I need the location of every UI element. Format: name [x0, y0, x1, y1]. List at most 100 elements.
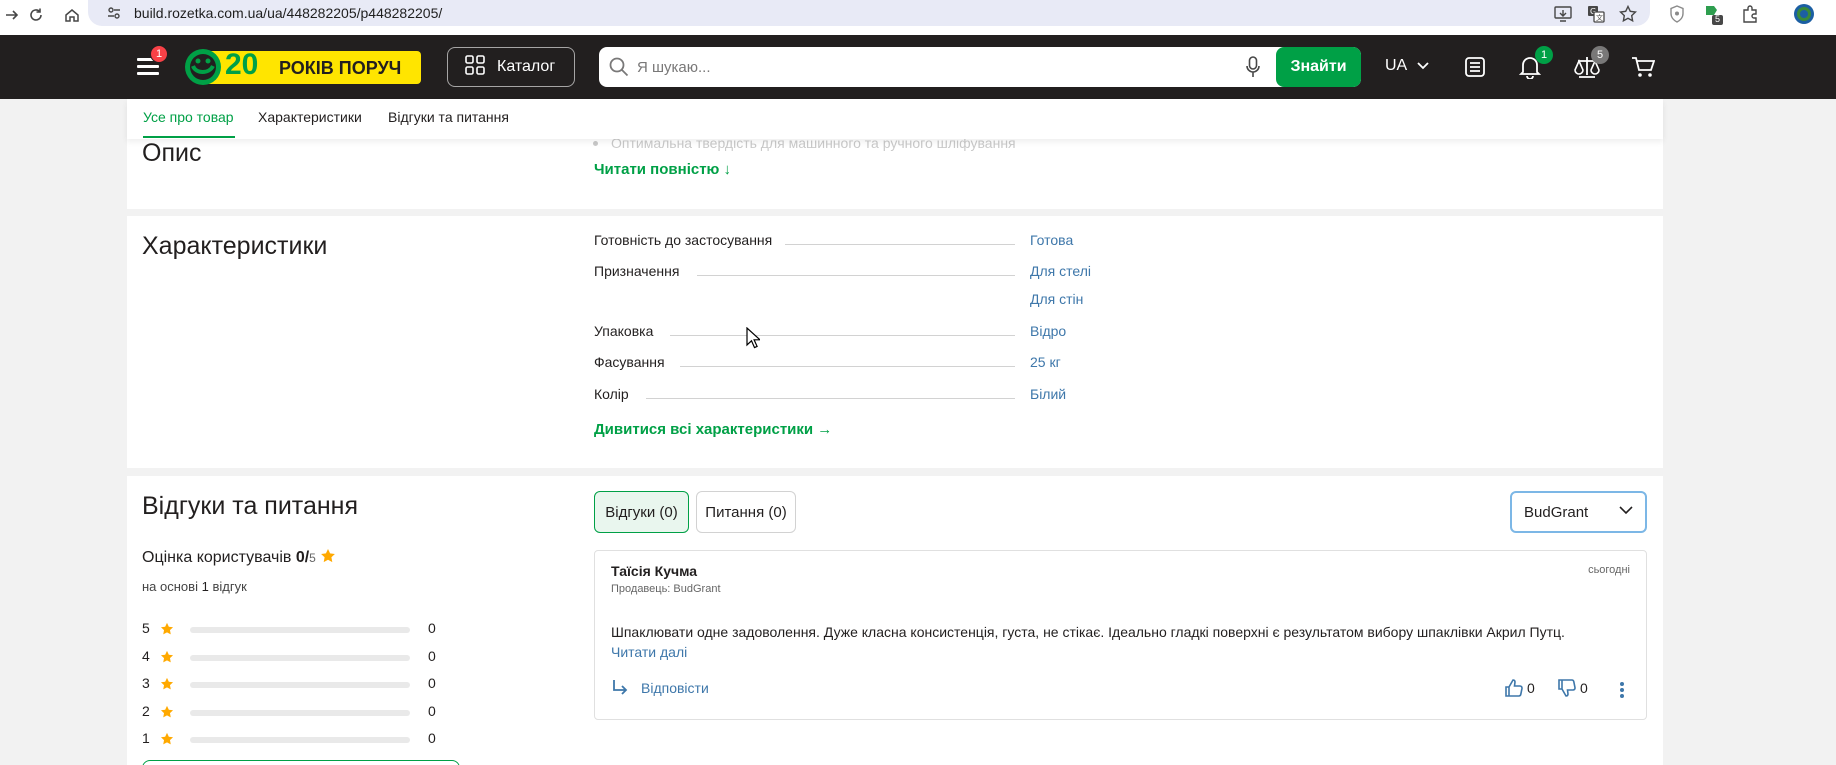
char-label-color: Колір — [594, 386, 629, 402]
characteristics-section: Характеристики Готовність до застосуванн… — [127, 216, 1663, 468]
see-all-characteristics-link[interactable]: Дивитися всі характеристики → — [594, 421, 832, 438]
reply-label: Відповісти — [641, 680, 709, 696]
search-submit-button[interactable]: Знайти — [1276, 47, 1361, 87]
product-tabs: Усе про товар Характеристики Відгуки та … — [127, 99, 1663, 139]
translate-icon[interactable]: G文 — [1585, 3, 1607, 25]
rating-max: 5 — [309, 551, 316, 565]
orders-list-icon[interactable] — [1460, 52, 1490, 82]
char-leader-line — [670, 335, 1015, 336]
char-label-purpose: Призначення — [594, 263, 680, 279]
profile-avatar-icon[interactable] — [1793, 3, 1815, 25]
url-text[interactable]: build.rozetka.com.ua/ua/448282205/p44828… — [134, 5, 442, 21]
char-value-purpose-ceiling[interactable]: Для стелі — [1030, 263, 1091, 279]
catalog-button[interactable]: Каталог — [447, 47, 575, 87]
review-read-more-link[interactable]: Читати далі — [611, 644, 687, 660]
rating-row-bar — [190, 682, 410, 688]
reviews-section: Відгуки та питання Оцінка користувачів 0… — [127, 476, 1663, 765]
star-icon — [160, 705, 174, 717]
char-label-readiness: Готовність до застосування — [594, 232, 773, 248]
tab-all-about-product[interactable]: Усе про товар — [143, 109, 234, 125]
forward-icon[interactable] — [0, 3, 24, 27]
rating-row-count: 0 — [428, 702, 436, 719]
site-logo[interactable]: 20 РОКІВ ПОРУЧ — [185, 48, 421, 86]
rating-row-bar — [190, 737, 410, 743]
review-text: Шпаклювати одне задоволення. Дуже класна… — [611, 624, 1565, 640]
star-icon — [160, 650, 174, 662]
catalog-label: Каталог — [497, 58, 556, 75]
shield-extension-icon[interactable] — [1666, 3, 1688, 25]
star-icon — [321, 549, 336, 563]
cart-icon[interactable] — [1628, 52, 1658, 82]
char-value-purpose-walls[interactable]: Для стін — [1030, 291, 1083, 307]
review-reply-button[interactable]: Відповісти — [611, 679, 709, 697]
active-tab-indicator — [143, 136, 235, 138]
description-title: Опис — [142, 139, 202, 167]
search-input[interactable] — [637, 47, 1237, 87]
search-icon — [609, 57, 629, 82]
rating-row-bar — [190, 627, 410, 633]
rating-row: 10 — [142, 730, 442, 748]
char-leader-line — [680, 366, 1015, 367]
star-icon — [160, 677, 174, 690]
rating-row-count: 0 — [428, 647, 436, 664]
char-label-packaging: Упаковка — [594, 323, 654, 339]
char-value-color[interactable]: Білий — [1030, 386, 1066, 402]
characteristics-title: Характеристики — [142, 232, 328, 260]
review-date: сьогодні — [1588, 564, 1630, 576]
char-value-readiness[interactable]: Готова — [1030, 232, 1073, 248]
user-rating: Оцінка користувачів 0/5 — [142, 548, 336, 567]
questions-tab[interactable]: Питання (0) — [696, 491, 796, 533]
site-header: 1 20 РОКІВ ПОРУЧ Каталог Знайти UA — [0, 35, 1836, 99]
write-review-button[interactable] — [142, 760, 460, 765]
chevron-down-icon — [1417, 62, 1429, 70]
reload-icon[interactable] — [24, 3, 48, 27]
char-leader-line — [646, 398, 1015, 399]
logo-number: 20 — [225, 48, 259, 81]
home-icon[interactable] — [60, 3, 84, 27]
logo-text: РОКІВ ПОРУЧ — [279, 58, 402, 78]
rating-row-count: 0 — [428, 620, 436, 636]
char-value-packaging[interactable]: Відро — [1030, 323, 1066, 339]
like-count: 0 — [1527, 680, 1535, 696]
rating-row-bar — [190, 654, 410, 661]
mouse-cursor-icon — [746, 327, 760, 349]
address-bar[interactable]: build.rozetka.com.ua/ua/448282205/p44828… — [88, 0, 1650, 26]
char-value-weight[interactable]: 25 кг — [1030, 354, 1061, 370]
install-app-icon[interactable] — [1552, 3, 1574, 25]
rating-row-stars: 1 — [142, 730, 150, 746]
tab-reviews-questions[interactable]: Відгуки та питання — [388, 109, 509, 125]
rating-row-stars: 3 — [142, 675, 150, 691]
compare-scales-icon[interactable]: 5 — [1572, 46, 1609, 82]
tab-characteristics[interactable]: Характеристики — [258, 109, 362, 125]
more-options-icon[interactable] — [1614, 679, 1630, 701]
microphone-icon[interactable] — [1246, 56, 1260, 83]
language-label: UA — [1385, 57, 1408, 74]
extensions-puzzle-icon[interactable] — [1739, 3, 1761, 25]
bookmark-star-icon[interactable] — [1617, 3, 1639, 25]
rating-row: 20 — [142, 703, 442, 721]
star-icon — [160, 732, 174, 745]
dislike-button[interactable]: 0 — [1558, 679, 1588, 697]
rating-label: Оцінка користувачів — [142, 549, 292, 566]
language-selector[interactable]: UA — [1385, 57, 1429, 75]
search-bar: Знайти — [599, 47, 1361, 87]
compare-badge: 5 — [1591, 46, 1609, 64]
review-item: Таїсія Кучма Продавець: BudGrant сьогодн… — [594, 550, 1647, 720]
notifications-bell-icon[interactable]: 1 — [1515, 46, 1553, 82]
read-full-description-link[interactable]: Читати повністю ↓ — [594, 161, 731, 178]
based-on-count: 1 — [201, 579, 209, 594]
like-button[interactable]: 0 — [1505, 679, 1535, 697]
rating-row-stars: 2 — [142, 702, 150, 719]
reviews-tab[interactable]: Відгуки (0) — [594, 491, 689, 533]
site-settings-icon[interactable] — [106, 5, 122, 26]
browser-toolbar: build.rozetka.com.ua/ua/448282205/p44828… — [0, 0, 1836, 35]
reply-arrow-icon — [613, 680, 628, 695]
rating-row: 50 — [142, 620, 442, 638]
dislike-count: 0 — [1580, 680, 1588, 696]
char-leader-line — [697, 275, 1015, 276]
based-on-suffix: відгук — [212, 579, 247, 594]
thumbs-up-icon — [1505, 679, 1523, 697]
extension-badge-icon[interactable]: 5 — [1702, 3, 1724, 25]
seller-filter-select[interactable]: BudGrant — [1510, 491, 1647, 533]
rating-row-count: 0 — [428, 730, 436, 746]
